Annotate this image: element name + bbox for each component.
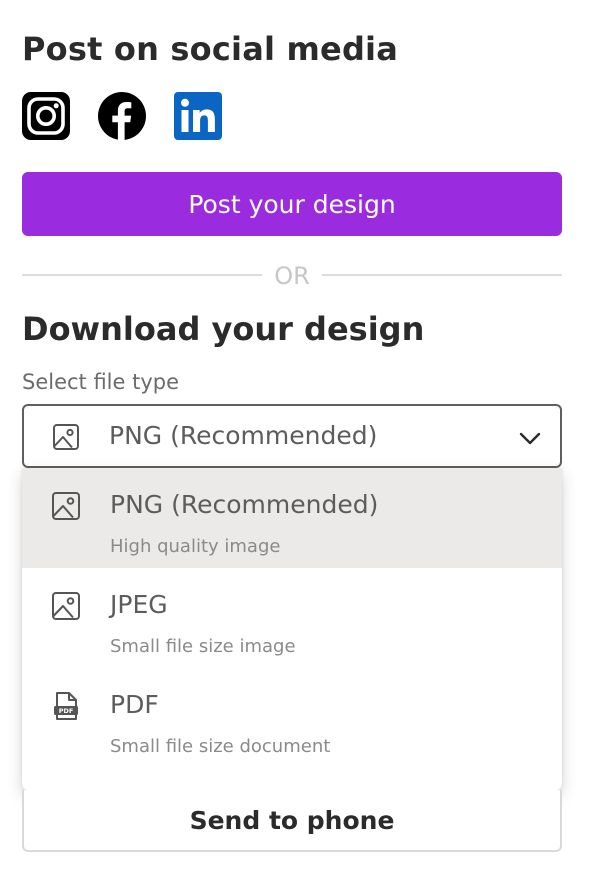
option-pdf[interactable]: PDF PDF Small file size document (22, 668, 562, 768)
chevron-down-icon (519, 432, 541, 445)
send-to-phone-button[interactable]: Send to phone (22, 790, 562, 852)
facebook-icon[interactable] (98, 92, 146, 140)
linkedin-icon[interactable] (174, 92, 222, 140)
download-title: Download your design (22, 310, 425, 348)
image-icon (52, 592, 80, 620)
or-divider: OR (22, 262, 562, 290)
option-label: PNG (Recommended) (110, 490, 379, 519)
option-description: High quality image (110, 536, 281, 557)
social-icons (22, 92, 222, 140)
selected-file-type: PNG (Recommended) (109, 421, 378, 450)
option-label: JPEG (110, 590, 168, 619)
pdf-file-icon: PDF (54, 692, 78, 720)
option-jpeg[interactable]: JPEG Small file size image (22, 568, 562, 668)
divider-text: OR (274, 262, 310, 290)
social-title: Post on social media (22, 30, 399, 68)
file-type-dropdown: PNG (Recommended) High quality image JPE… (22, 468, 562, 790)
image-icon (53, 424, 79, 450)
file-type-select[interactable]: PNG (Recommended) (22, 404, 562, 468)
download-panel: Post on social media Post your design OR… (0, 0, 590, 880)
option-label: PDF (110, 690, 159, 719)
option-png[interactable]: PNG (Recommended) High quality image (22, 468, 562, 568)
instagram-icon[interactable] (22, 92, 70, 140)
file-type-label: Select file type (22, 370, 180, 394)
post-design-button[interactable]: Post your design (22, 172, 562, 236)
divider-line-right (322, 274, 562, 276)
option-description: Small file size document (110, 736, 331, 757)
image-icon (52, 492, 80, 520)
option-description: Small file size image (110, 636, 296, 657)
svg-text:PDF: PDF (59, 707, 74, 715)
